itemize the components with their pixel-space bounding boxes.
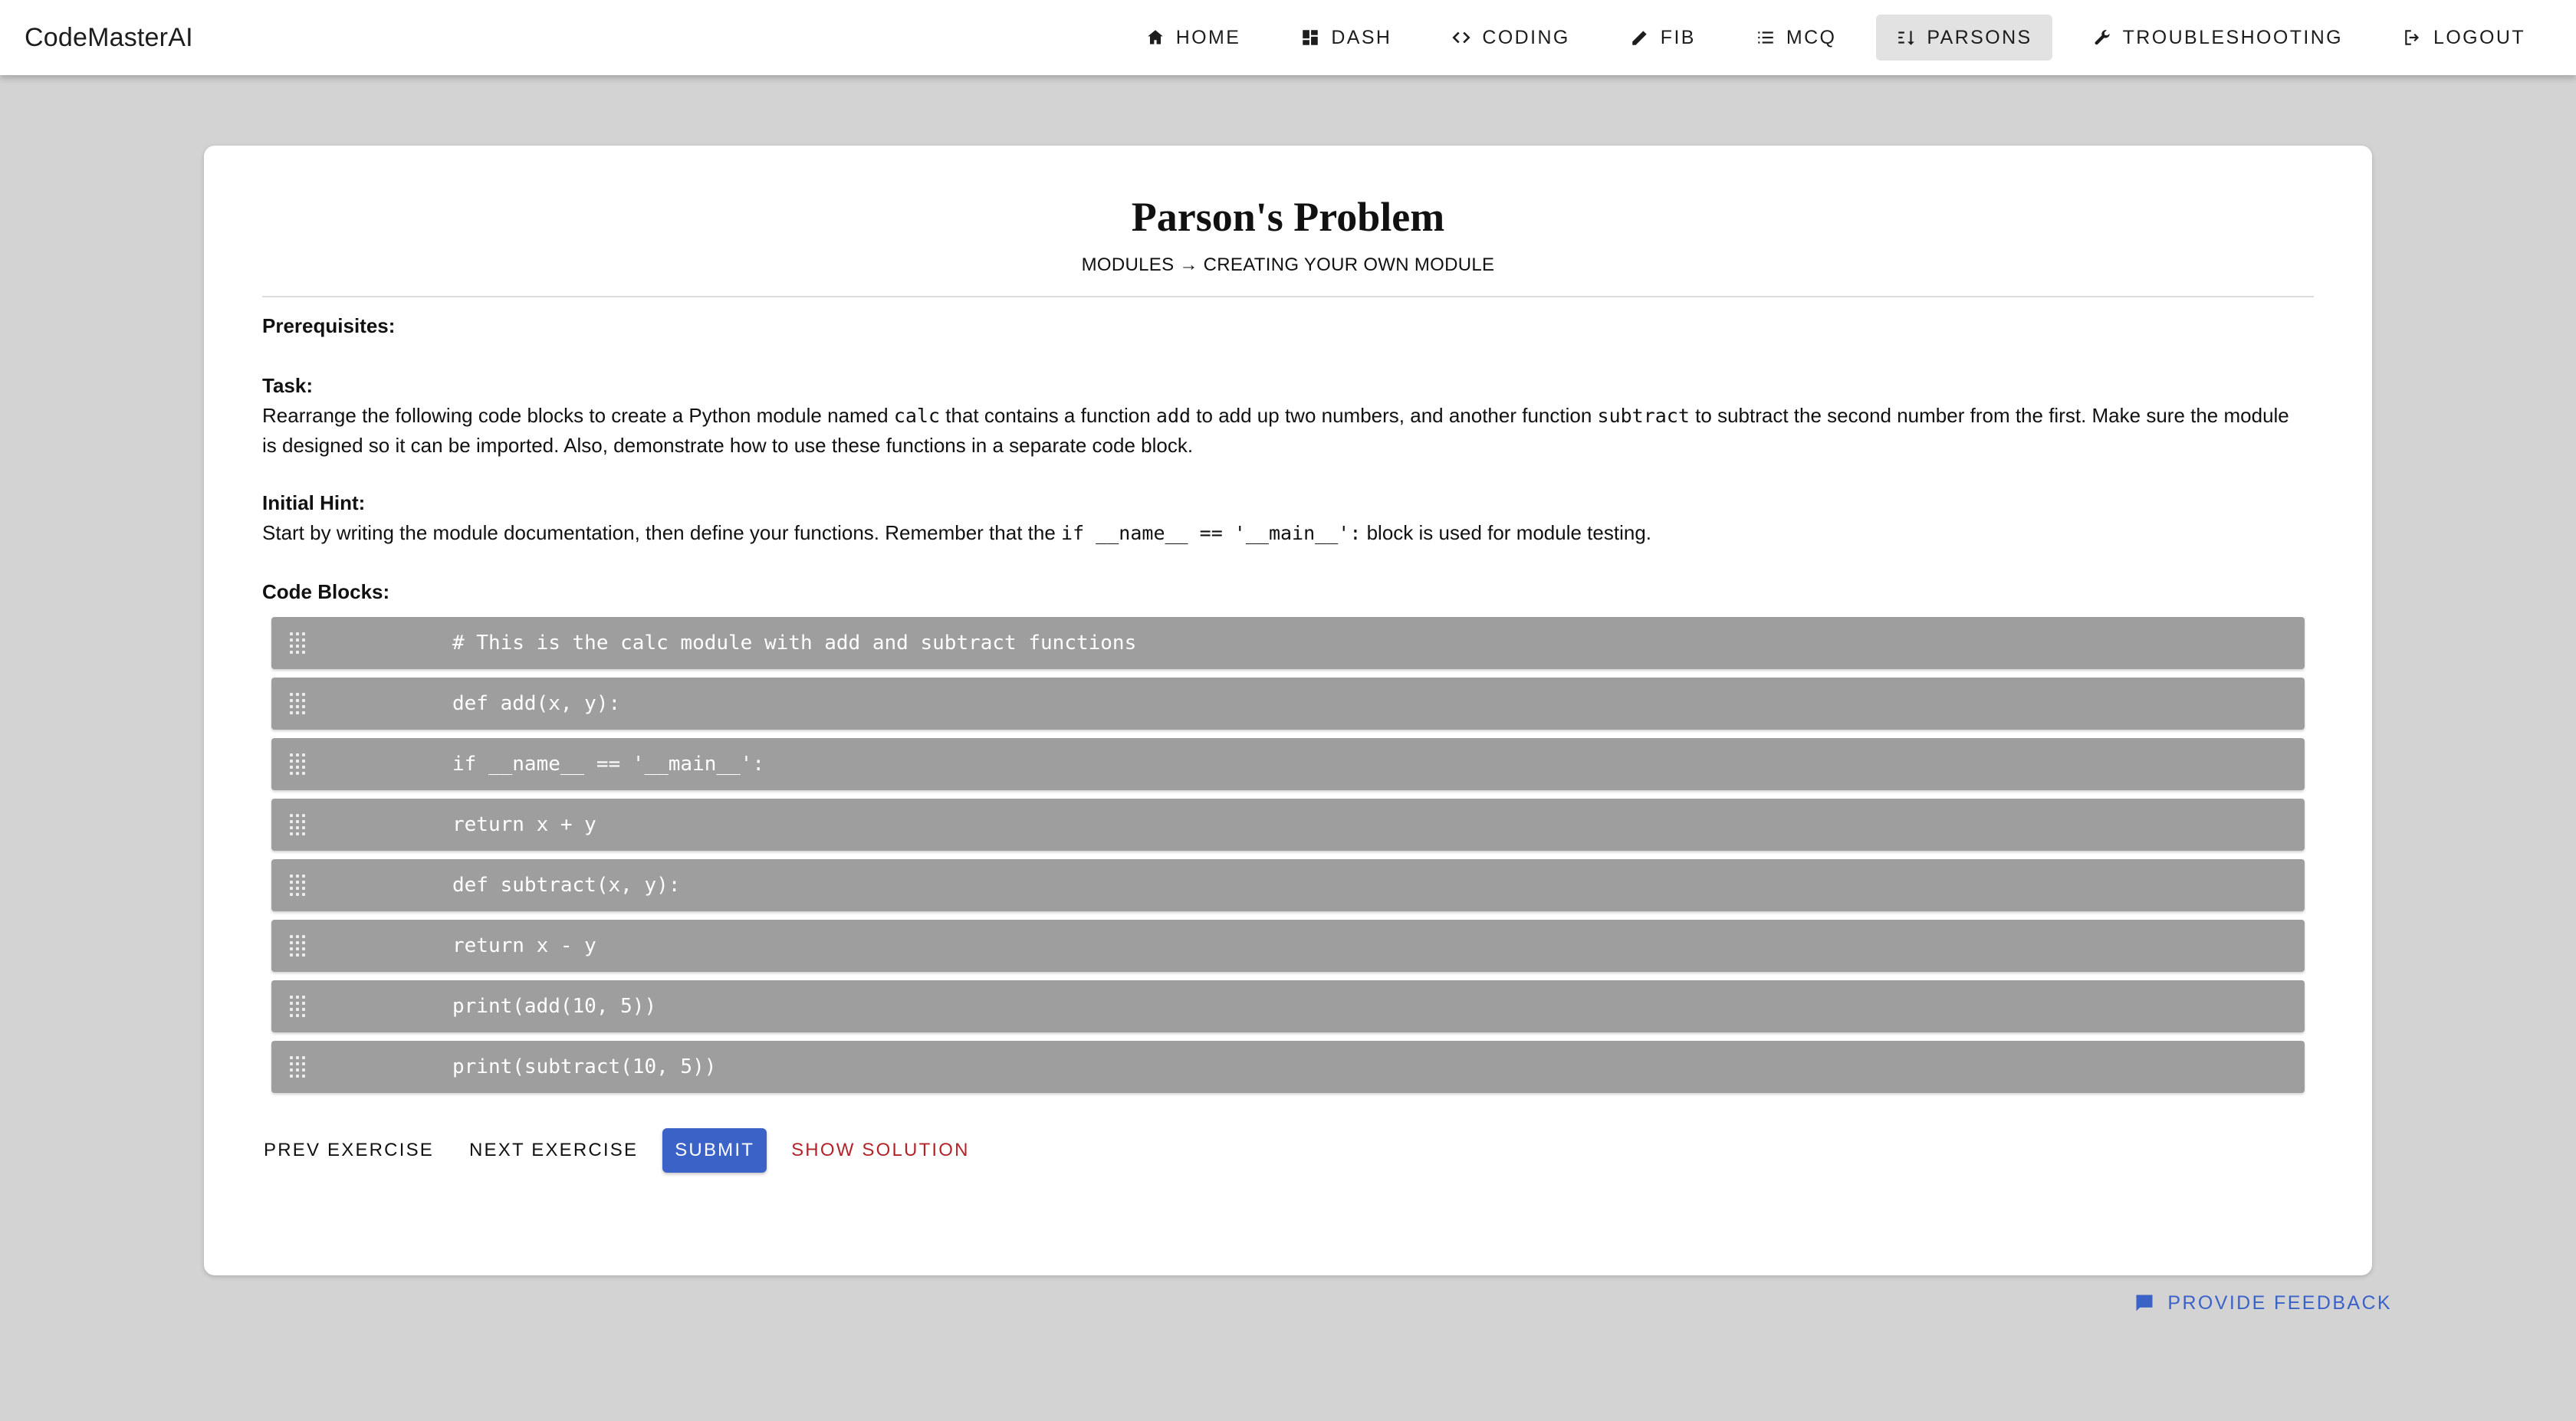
task-text: that contains a function xyxy=(940,404,1156,427)
hint-heading: Initial Hint: xyxy=(262,491,366,514)
code-block[interactable]: if __name__ == '__main__': xyxy=(271,738,2305,790)
pencil-icon xyxy=(1632,31,1647,45)
inline-code: add xyxy=(1155,405,1191,427)
code-block[interactable]: print(add(10, 5)) xyxy=(271,980,2305,1032)
code-line: if __name__ == '__main__': xyxy=(452,753,764,776)
code-line: print(add(10, 5)) xyxy=(452,995,657,1018)
home-icon xyxy=(1147,30,1163,44)
code-block-list: # This is the calc module with add and s… xyxy=(271,617,2305,1101)
sort-icon xyxy=(1898,31,1915,45)
provide-feedback-button[interactable]: Provide Feedback xyxy=(2134,1288,2392,1318)
task-section: Task: Rearrange the following code block… xyxy=(262,371,2302,461)
nav-parsons-label: Parsons xyxy=(1927,26,2032,48)
code-block[interactable]: def add(x, y): xyxy=(271,678,2305,730)
nav-parsons[interactable]: Parsons xyxy=(1876,15,2052,61)
inline-code: subtract xyxy=(1597,405,1690,427)
task-text: Rearrange the following code blocks to c… xyxy=(262,404,894,427)
code-line: print(subtract(10, 5)) xyxy=(452,1055,717,1078)
code-blocks-heading: Code Blocks: xyxy=(262,580,390,603)
nav-dash-label: Dash xyxy=(1331,26,1392,48)
provide-feedback-label: Provide Feedback xyxy=(2167,1291,2392,1314)
code-block[interactable]: print(subtract(10, 5)) xyxy=(271,1041,2305,1093)
drag-handle-icon[interactable] xyxy=(290,875,307,896)
nav-fib-label: FIB xyxy=(1660,26,1696,48)
brand-logo[interactable]: CodeMasterAI xyxy=(25,0,193,75)
code-icon xyxy=(1452,31,1470,44)
nav-coding-label: Coding xyxy=(1482,26,1570,48)
wrench-icon xyxy=(2095,30,2110,45)
top-app-bar: CodeMasterAI Home Dash Coding FIB MCQ Pa… xyxy=(0,0,2576,75)
drag-handle-icon[interactable] xyxy=(290,693,307,714)
nav-logout-label: Logout xyxy=(2433,26,2525,48)
code-line: return x - y xyxy=(452,934,596,957)
drag-handle-icon[interactable] xyxy=(290,1056,307,1078)
nav-fib[interactable]: FIB xyxy=(1610,15,1716,61)
show-solution-button[interactable]: Show Solution xyxy=(780,1128,981,1173)
hint-section: Initial Hint: Start by writing the modul… xyxy=(262,488,2302,548)
next-exercise-button[interactable]: Next Exercise xyxy=(458,1128,649,1173)
nav-home-label: Home xyxy=(1175,26,1241,48)
task-heading: Task: xyxy=(262,374,313,397)
title-divider xyxy=(262,296,2314,297)
prerequisites-heading: Prerequisites: xyxy=(262,314,396,337)
task-text: to add up two numbers, and another funct… xyxy=(1191,404,1598,427)
nav-troubleshooting-label: Troubleshooting xyxy=(2122,26,2344,48)
hint-text-part: Start by writing the module documentatio… xyxy=(262,521,1062,544)
main-nav: Home Dash Coding FIB MCQ Parsons Trouble… xyxy=(1110,0,2545,75)
code-line: return x + y xyxy=(452,813,596,836)
nav-home[interactable]: Home xyxy=(1125,15,1261,61)
inline-code: if __name__ == '__main__': xyxy=(1061,522,1362,544)
prev-exercise-button[interactable]: Prev Exercise xyxy=(253,1128,445,1173)
submit-button[interactable]: Submit xyxy=(662,1128,767,1173)
nav-troubleshooting[interactable]: Troubleshooting xyxy=(2072,15,2363,61)
code-block[interactable]: # This is the calc module with add and s… xyxy=(271,617,2305,669)
code-blocks-section: Code Blocks: xyxy=(262,577,2302,607)
hint-text-part: block is used for module testing. xyxy=(1361,521,1652,544)
inline-code: calc xyxy=(893,405,941,427)
nav-mcq[interactable]: MCQ xyxy=(1736,15,1857,61)
nav-coding[interactable]: Coding xyxy=(1431,15,1589,61)
breadcrumb: MODULES → CREATING YOUR OWN MODULE xyxy=(1081,254,1495,275)
prerequisites-section: Prerequisites: xyxy=(262,311,2302,341)
logout-icon xyxy=(2405,30,2420,45)
page-title: Parson's Problem xyxy=(1131,194,1445,240)
drag-handle-icon[interactable] xyxy=(290,996,307,1017)
code-line: def subtract(x, y): xyxy=(452,874,681,897)
drag-handle-icon[interactable] xyxy=(290,753,307,775)
comment-icon xyxy=(2136,1295,2153,1311)
exercise-actions: Prev Exercise Next Exercise Submit Show … xyxy=(253,1128,994,1173)
code-line: def add(x, y): xyxy=(452,692,621,715)
drag-handle-icon[interactable] xyxy=(290,935,307,957)
nav-mcq-label: MCQ xyxy=(1786,26,1837,48)
list-icon xyxy=(1758,31,1773,44)
drag-handle-icon[interactable] xyxy=(290,632,307,654)
dashboard-icon xyxy=(1303,30,1319,45)
task-description: Rearrange the following code blocks to c… xyxy=(262,401,2302,461)
drag-handle-icon[interactable] xyxy=(290,814,307,835)
code-line: # This is the calc module with add and s… xyxy=(452,632,1137,655)
code-block[interactable]: return x + y xyxy=(271,799,2305,851)
code-block[interactable]: return x - y xyxy=(271,920,2305,972)
nav-logout[interactable]: Logout xyxy=(2383,15,2545,61)
nav-dash[interactable]: Dash xyxy=(1280,15,1411,61)
code-block[interactable]: def subtract(x, y): xyxy=(271,859,2305,911)
hint-text: Start by writing the module documentatio… xyxy=(262,518,2302,548)
